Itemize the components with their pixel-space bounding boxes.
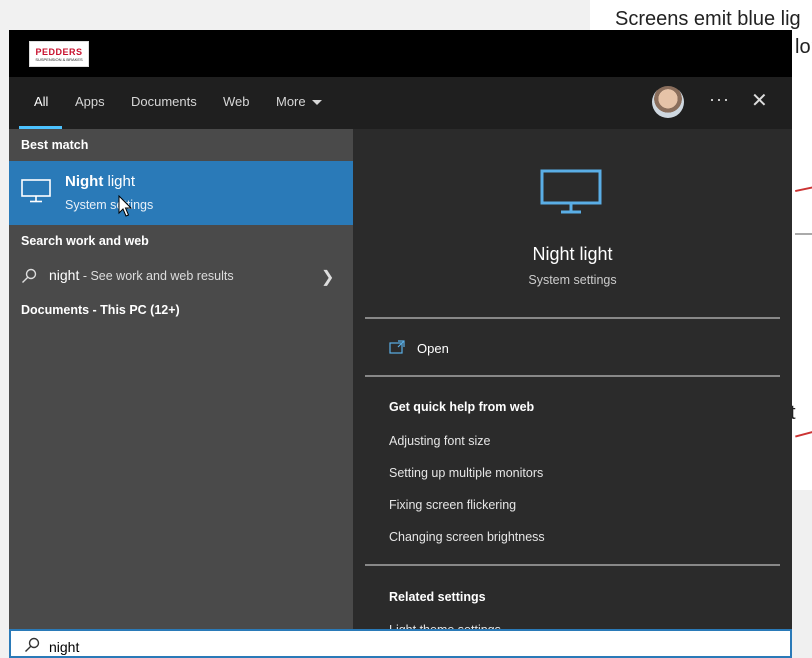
tab-more-label: More [276,94,306,109]
monitor-icon [540,169,602,214]
title-bar: PEDDERS SUSPENSION & BRAKES [9,30,792,77]
preview-pane: Night light System settings Open Get qui… [365,141,780,631]
divider [365,564,780,566]
best-match-header: Best match [21,138,89,152]
best-match-subtitle: System settings [65,198,154,212]
preview-subtitle: System settings [528,273,617,287]
best-match-item[interactable]: Night light System settings [9,161,353,225]
tab-all[interactable]: All [34,77,48,129]
web-query: night - See work and web results [49,267,234,283]
doc-text-line: Screens emit blue lig [615,8,801,30]
search-icon [22,268,37,283]
logo-tagline: SUSPENSION & BRAKES [35,56,83,62]
chevron-right-icon[interactable]: ❯ [321,267,334,287]
tab-documents[interactable]: Documents [131,77,197,129]
web-search-result[interactable]: night - See work and web results ❯ [9,260,353,290]
related-settings-header: Related settings [389,590,486,604]
web-query-suffix: - See work and web results [79,269,234,283]
search-filter-tabs: All Apps Documents Web More ··· ✕ [9,77,792,129]
close-icon[interactable]: ✕ [751,88,768,113]
chevron-down-icon [311,100,322,106]
divider [365,375,780,377]
search-input[interactable]: night [49,639,79,655]
open-action[interactable]: Open [365,337,780,367]
search-box[interactable]: night [9,629,792,658]
quick-help-link[interactable]: Adjusting font size [389,434,490,448]
ellipsis-icon[interactable]: ··· [709,89,730,110]
quick-help-link[interactable]: Changing screen brightness [389,530,545,544]
quick-help-header: Get quick help from web [389,400,535,414]
organization-logo: PEDDERS SUSPENSION & BRAKES [29,41,89,67]
documents-header[interactable]: Documents - This PC (12+) [21,303,180,317]
tab-web[interactable]: Web [223,77,250,129]
best-match-title: Night light [65,173,135,190]
preview-title: Night light [532,244,613,264]
results-list: Best match Night light System settings S… [9,129,353,629]
start-search-window: PEDDERS SUSPENSION & BRAKES All Apps Doc… [9,30,792,658]
quick-help-link[interactable]: Setting up multiple monitors [389,466,543,480]
logo-text: PEDDERS [35,46,83,57]
open-label: Open [417,341,449,356]
open-icon [389,340,405,354]
divider [365,317,780,319]
monitor-icon [21,179,51,203]
background-area [790,490,812,658]
title-rest: light [103,173,136,190]
doc-text-line: lor [795,36,812,58]
tab-more[interactable]: More [276,77,322,129]
tab-apps[interactable]: Apps [75,77,105,129]
doc-divider [795,233,812,235]
search-web-header: Search work and web [21,234,149,248]
title-bold: Night [65,173,104,190]
search-icon [25,637,40,652]
avatar[interactable] [652,86,684,118]
web-query-text: night [49,267,80,283]
quick-help-link[interactable]: Fixing screen flickering [389,498,516,512]
mouse-cursor-icon [118,195,133,217]
